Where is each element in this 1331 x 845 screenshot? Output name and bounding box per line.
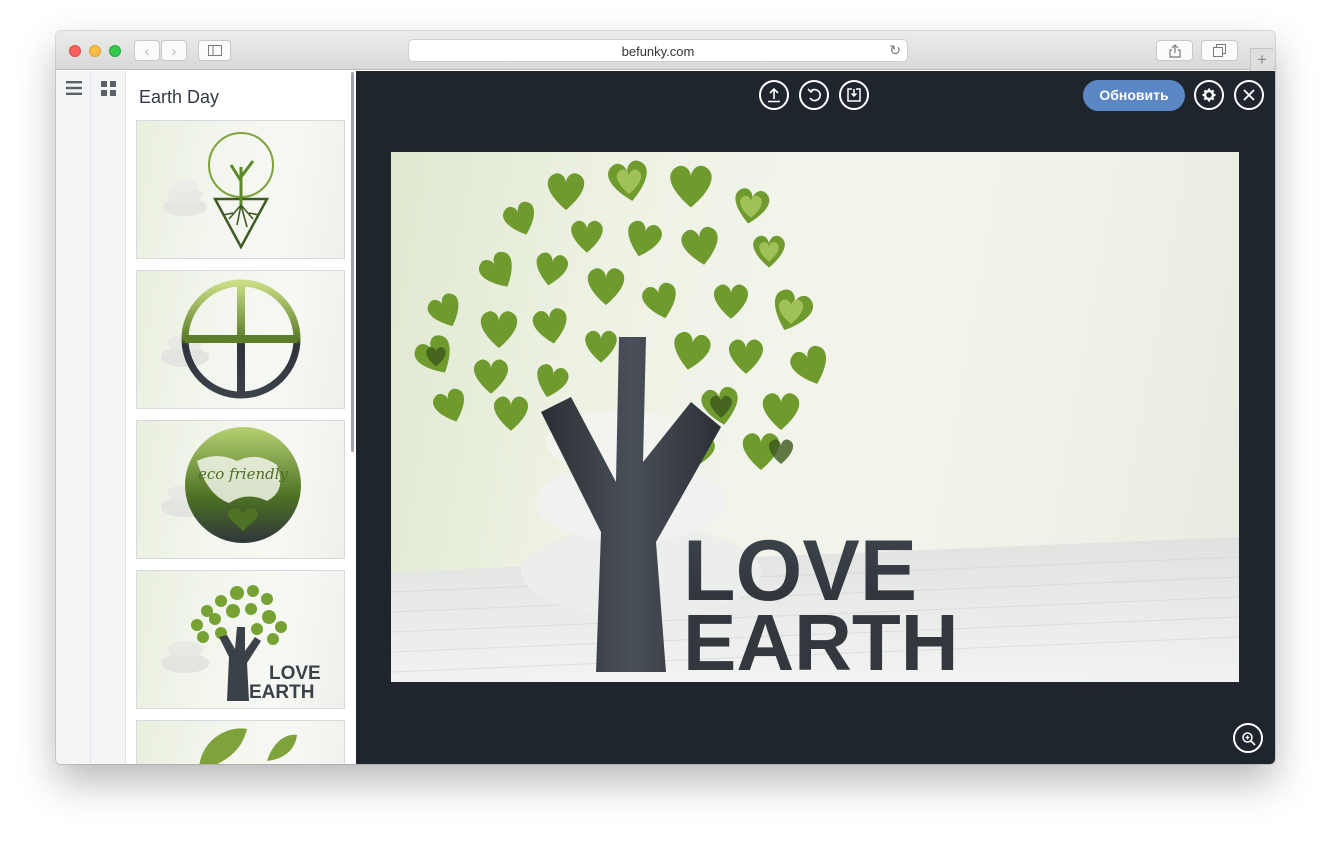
new-tab-button[interactable]: + [1250, 48, 1273, 71]
url-text: befunky.com [621, 44, 695, 59]
tabs-overview-button[interactable] [1201, 40, 1238, 61]
love-earth-artwork: LOVE EARTH [391, 158, 1239, 682]
leaf-design [199, 728, 297, 764]
settings-button[interactable] [1194, 80, 1224, 110]
sidebar-toggle-icon [207, 45, 222, 56]
design-thumbnail[interactable] [136, 120, 345, 259]
design-thumbnail[interactable]: eco friendly [136, 420, 345, 559]
editor-area: Обновить LOVE EARTH [356, 71, 1275, 764]
undo-button[interactable] [799, 80, 829, 110]
upload-icon [768, 87, 780, 103]
undo-icon [806, 88, 821, 102]
eco-friendly-globe-design: eco friendly [161, 427, 301, 543]
close-window-button[interactable] [69, 45, 81, 57]
save-button[interactable] [839, 80, 869, 110]
canvas-earth-text: EARTH [683, 598, 959, 682]
new-tab-icon: + [1257, 50, 1267, 69]
tabs-overview-icon [1213, 44, 1226, 57]
save-icon [847, 88, 861, 102]
circle-cross-design [161, 279, 301, 399]
main-menu-rail [56, 71, 91, 764]
back-icon: ‹ [144, 42, 150, 59]
browser-toolbar: ‹ › befunky.com ↻ + [56, 31, 1275, 71]
design-thumbnail[interactable] [136, 270, 345, 409]
zoom-window-button[interactable] [109, 45, 121, 57]
update-button[interactable]: Обновить [1083, 80, 1185, 111]
forward-button[interactable]: › [161, 40, 187, 61]
design-thumbnail[interactable]: LOVE EARTH [136, 570, 345, 709]
share-button[interactable] [1156, 40, 1193, 61]
panel-title: Earth Day [139, 87, 220, 107]
design-thumbnail[interactable] [136, 720, 345, 764]
share-icon [1168, 43, 1181, 58]
sidebar-toggle-button[interactable] [198, 40, 231, 61]
panel-scrollbar[interactable] [351, 72, 354, 452]
zoom-icon [1241, 731, 1256, 746]
close-icon [1243, 89, 1255, 101]
eco-friendly-caption: eco friendly [198, 465, 289, 483]
address-bar[interactable]: befunky.com ↻ [408, 39, 908, 62]
back-button[interactable]: ‹ [134, 40, 160, 61]
forward-icon: › [171, 42, 177, 59]
tree-triangle-design [163, 132, 274, 250]
photo-canvas[interactable]: LOVE EARTH [391, 152, 1239, 682]
reload-icon[interactable]: ↻ [889, 42, 901, 59]
menu-icon[interactable] [66, 81, 82, 95]
secondary-rail [91, 71, 126, 764]
gear-icon [1202, 88, 1216, 102]
zoom-button[interactable] [1233, 723, 1263, 753]
upload-button[interactable] [759, 80, 789, 110]
love-earth-tree-design: LOVE EARTH [161, 585, 321, 703]
thumb-love-text: LOVE [269, 663, 321, 684]
browser-window: ‹ › befunky.com ↻ + Earth Day eco friend… [56, 31, 1275, 764]
design-panel: Earth Day eco friendly LOVE EARTH [126, 71, 356, 764]
minimize-window-button[interactable] [89, 45, 101, 57]
grid-icon[interactable] [101, 81, 116, 96]
thumb-earth-text: EARTH [249, 682, 314, 703]
close-button[interactable] [1234, 80, 1264, 110]
